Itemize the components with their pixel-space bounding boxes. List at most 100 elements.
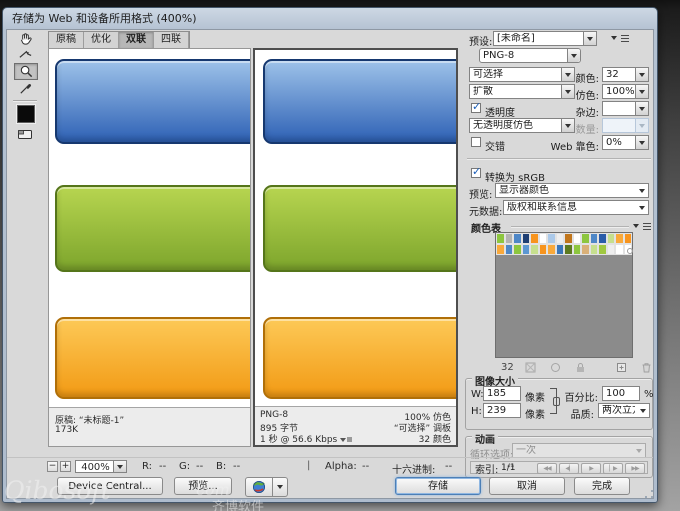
color-swatch[interactable] (556, 244, 565, 255)
done-button[interactable]: 完成 (574, 477, 630, 495)
color-swatch[interactable] (522, 233, 531, 244)
color-swatch[interactable] (539, 244, 548, 255)
optimized-pane[interactable]: PNG-8 895 字节 1 秒 @ 56.6 Kbps 100% 仿色 “可选… (253, 48, 458, 447)
color-swatch[interactable] (564, 233, 573, 244)
color-swatch[interactable] (496, 244, 505, 255)
zoom-in-button[interactable]: + (60, 461, 71, 472)
new-color-icon[interactable] (616, 362, 627, 373)
original-pane[interactable]: 原稿: “未标题-1” 173K (48, 48, 251, 447)
panel-menu-icon[interactable] (611, 34, 629, 43)
eyedropper-color[interactable] (17, 105, 35, 123)
browser-select-arrow[interactable] (273, 477, 288, 497)
color-swatch[interactable] (496, 233, 505, 244)
color-swatch[interactable] (539, 233, 548, 244)
color-swatch[interactable] (590, 244, 599, 255)
toggle-slices-visibility[interactable] (14, 127, 36, 142)
save-button[interactable]: 存储 (395, 477, 481, 495)
eyedropper-tool[interactable] (14, 81, 36, 96)
link-dimensions-icon[interactable] (550, 388, 557, 414)
color-swatch[interactable] (573, 233, 582, 244)
color-swatch[interactable] (598, 244, 607, 255)
color-swatch[interactable] (564, 244, 573, 255)
index-value: -- (507, 461, 514, 472)
dialog-titlebar[interactable]: 存储为 Web 和设备所用格式 (400%) (7, 11, 653, 27)
srgb-checkbox[interactable]: ✓ (471, 168, 481, 178)
color-swatch[interactable] (530, 233, 539, 244)
snap-web-palette-icon[interactable] (525, 362, 536, 373)
delete-color-icon[interactable] (641, 362, 652, 373)
color-swatch[interactable] (505, 233, 514, 244)
color-swatch[interactable] (581, 244, 590, 255)
metadata-dropdown[interactable]: 版权和联系信息 (503, 200, 649, 215)
lock-color-icon[interactable] (575, 362, 586, 373)
quality-dropdown[interactable]: 两次立方 (598, 403, 650, 418)
color-swatch[interactable] (556, 233, 565, 244)
lock-transparent-icon[interactable] (550, 362, 561, 373)
color-swatch[interactable] (573, 244, 582, 255)
device-central-label: Device Central... (68, 481, 151, 492)
cancel-button[interactable]: 取消 (489, 477, 565, 495)
color-swatch[interactable] (581, 233, 590, 244)
preview-button-green (263, 185, 456, 272)
index-label: 索引: (475, 461, 498, 476)
color-swatch[interactable] (624, 233, 633, 244)
height-label: H: (471, 406, 482, 417)
transparency-checkbox[interactable]: ✓ (471, 103, 481, 113)
preset-dropdown[interactable]: [未命名] (493, 31, 597, 46)
metadata-label: 元数据: (469, 203, 502, 218)
preview-mode-dropdown[interactable]: 显示器颜色 (495, 183, 649, 198)
color-swatch[interactable] (513, 233, 522, 244)
browser-preview-button[interactable] (245, 477, 273, 497)
color-swatch[interactable] (547, 244, 556, 255)
interlaced-checkbox[interactable] (471, 137, 481, 147)
preview-tabs: 原稿 优化 双联 四联 (48, 31, 190, 49)
preview-in-browser-button[interactable]: 预览... (174, 477, 232, 495)
optimized-time[interactable]: 1 秒 @ 56.6 Kbps (260, 432, 352, 445)
device-central-button[interactable]: Device Central... (57, 477, 163, 495)
tab-4up[interactable]: 四联 (154, 32, 189, 48)
color-swatch[interactable] (505, 244, 514, 255)
format-dropdown[interactable]: PNG-8 (479, 48, 581, 63)
panel-divider (467, 158, 651, 159)
height-unit: 像素 (525, 406, 545, 421)
zoom-level-dropdown[interactable]: 400% (75, 460, 127, 473)
tab-2up[interactable]: 双联 (119, 32, 154, 48)
width-input[interactable]: 185 (483, 386, 521, 401)
preset-value: [未命名] (497, 33, 582, 45)
color-swatch[interactable] (590, 233, 599, 244)
color-swatch[interactable] (598, 233, 607, 244)
percent-input[interactable]: 100 (602, 386, 640, 401)
slice-select-tool[interactable] (14, 47, 36, 62)
save-label: 存储 (428, 481, 448, 492)
color-swatch[interactable] (522, 244, 531, 255)
websnap-field[interactable]: 0% (602, 135, 649, 150)
color-table-menu-icon[interactable] (633, 222, 651, 231)
chevron-down-icon (583, 32, 596, 45)
tab-optimized[interactable]: 优化 (84, 32, 119, 48)
quality-label: 品质: (564, 406, 594, 421)
zoom-out-button[interactable]: − (47, 461, 58, 472)
hand-tool[interactable] (14, 31, 36, 46)
color-swatch[interactable] (547, 233, 556, 244)
dialog-footer: Device Central... 预览... 存储 取消 完 (7, 477, 653, 499)
color-swatch[interactable] (513, 244, 522, 255)
matte-field[interactable] (602, 101, 649, 116)
color-swatch[interactable] (607, 233, 616, 244)
color-swatch[interactable] (624, 244, 633, 255)
color-swatch[interactable] (615, 244, 624, 255)
chevron-down-icon (277, 485, 283, 489)
colors-field[interactable]: 32 (602, 67, 649, 82)
tab-original[interactable]: 原稿 (49, 32, 84, 48)
color-swatch[interactable] (607, 244, 616, 255)
color-swatch[interactable] (615, 233, 624, 244)
width-label: W: (471, 389, 484, 400)
color-swatch[interactable] (530, 244, 539, 255)
percent-unit: % (644, 389, 654, 400)
globe-icon (252, 480, 266, 494)
srgb-label: 转换为 sRGB (485, 169, 545, 184)
b-label: B: (216, 461, 226, 472)
height-input[interactable]: 239 (483, 403, 521, 418)
dither-field[interactable]: 100% (602, 84, 649, 99)
zoom-tool[interactable] (14, 63, 38, 80)
resize-grip[interactable] (644, 489, 654, 499)
